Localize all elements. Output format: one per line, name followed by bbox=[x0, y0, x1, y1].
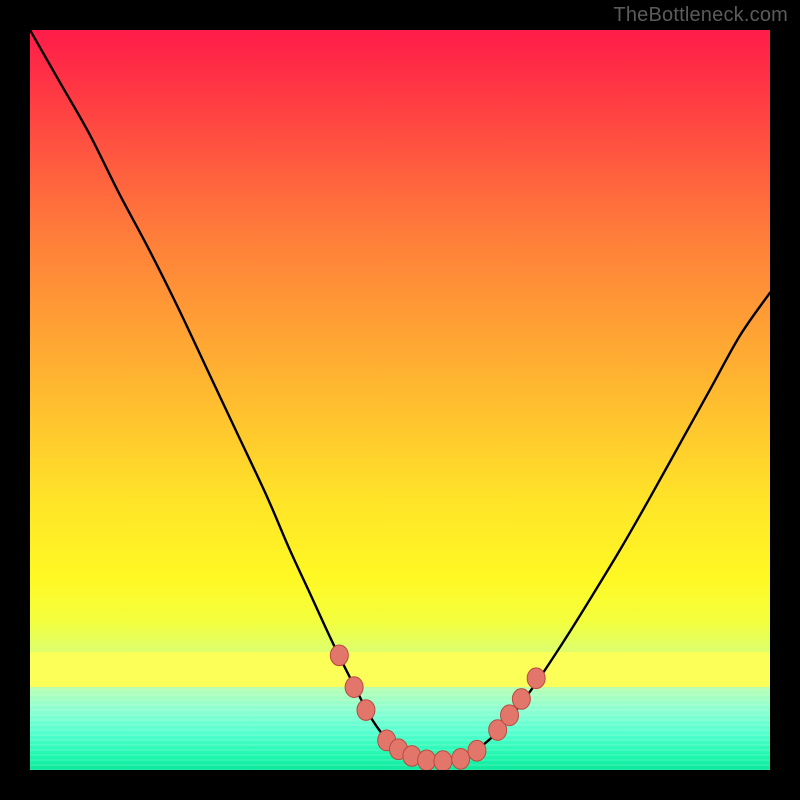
curve-marker bbox=[452, 749, 470, 770]
bottleneck-curve-svg bbox=[30, 30, 770, 770]
curve-marker bbox=[418, 750, 436, 770]
curve-marker bbox=[512, 689, 530, 710]
curve-marker bbox=[345, 677, 363, 698]
curve-marker bbox=[434, 751, 452, 770]
curve-marker bbox=[330, 645, 348, 666]
curve-marker bbox=[357, 700, 375, 721]
chart-frame: TheBottleneck.com bbox=[0, 0, 800, 800]
watermark-text: TheBottleneck.com bbox=[613, 4, 788, 27]
curve-marker bbox=[527, 668, 545, 689]
bottleneck-curve bbox=[30, 30, 770, 761]
curve-marker bbox=[501, 705, 519, 726]
curve-marker bbox=[468, 740, 486, 761]
plot-area bbox=[30, 30, 770, 770]
marker-group bbox=[330, 645, 545, 770]
